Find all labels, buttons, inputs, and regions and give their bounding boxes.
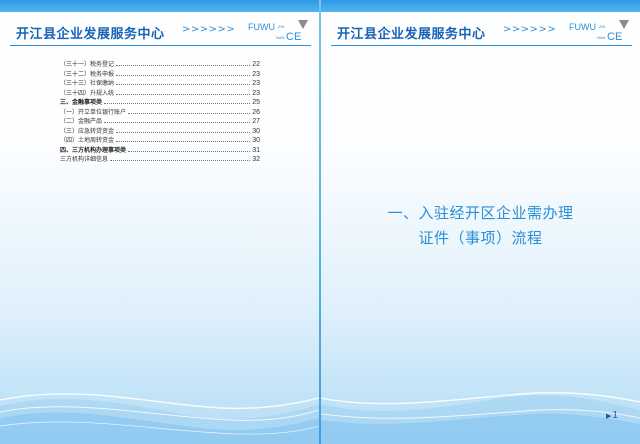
page-number-value: 1: [612, 410, 618, 421]
header-rule: [10, 45, 311, 46]
toc-entry-label: 三、金融事项类: [60, 99, 103, 106]
header-title: 开江县企业发展服务中心: [337, 27, 486, 42]
toc-dot-leader: [116, 93, 251, 95]
toc-entry-label: （三十一）税务登记: [60, 61, 115, 68]
page-header: 开江县企业发展服务中心 >>>>>> FUWU ZHI NAN CE: [321, 12, 640, 46]
toc-entry-label: 四、三方机构办理事项类: [60, 146, 127, 154]
logo-text-zhi: ZHI: [278, 24, 285, 29]
toc-entry-label: （二）金融产品: [60, 118, 103, 125]
toc-entry[interactable]: （二）金融产品 27: [60, 116, 260, 125]
logo-text-nan: NAN: [597, 35, 606, 40]
triangle-down-icon: [298, 20, 308, 29]
toc-dot-leader: [116, 131, 251, 133]
toc-entry-label: 三方机构详细信息: [60, 156, 109, 163]
chapter-heading-line2: 证件（事项）流程: [418, 229, 543, 247]
fuwu-zhinan-logo: FUWU ZHI NAN CE: [569, 16, 633, 46]
top-color-bar: [321, 0, 640, 12]
fuwu-zhinan-logo: FUWU ZHI NAN CE: [248, 16, 312, 46]
toc-dot-leader: [104, 102, 251, 104]
top-color-bar: [0, 0, 319, 12]
toc-entry[interactable]: （三十一）税务登记 22: [60, 59, 260, 68]
page-header: 开江县企业发展服务中心 >>>>>> FUWU ZHI NAN CE: [0, 12, 319, 46]
toc-entry[interactable]: （三十四）升规入统 23: [60, 88, 260, 97]
toc-dot-leader: [128, 150, 251, 152]
left-page: 开江县企业发展服务中心 >>>>>> FUWU ZHI NAN CE （三十一）…: [0, 0, 319, 444]
logo-text-fuwu: FUWU: [569, 22, 596, 32]
toc-entry[interactable]: 三方机构详细信息 32: [60, 154, 260, 163]
page-number: ▶1: [606, 410, 618, 421]
wave-decoration: [0, 393, 319, 444]
chapter-heading: 一、入驻经开区企业需办理 证件（事项）流程: [321, 201, 640, 251]
toc-entry-page: 30: [252, 127, 260, 135]
toc-entry[interactable]: 三、金融事项类 25: [60, 97, 260, 106]
logo-text-ce: CE: [607, 31, 623, 43]
logo-text-zhi: ZHI: [599, 24, 606, 29]
toc-dot-leader: [104, 121, 251, 123]
toc-entry-page: 31: [252, 146, 260, 154]
logo-text-nan: NAN: [276, 35, 285, 40]
toc-entry[interactable]: 四、三方机构办理事项类 31: [60, 145, 260, 154]
toc-entry-page: 22: [252, 61, 260, 68]
chapter-heading-line1: 一、入驻经开区企业需办理: [387, 204, 574, 222]
toc-entry[interactable]: （四）土地周转资金 30: [60, 135, 260, 144]
header-arrows: >>>>>>: [503, 24, 557, 35]
document-spread: 开江县企业发展服务中心 >>>>>> FUWU ZHI NAN CE （三十一）…: [0, 0, 640, 444]
toc-entry[interactable]: （三）应急转贷资金 30: [60, 126, 260, 135]
toc-dot-leader: [116, 83, 251, 85]
logo-text-ce: CE: [286, 31, 302, 43]
toc-entry-page: 23: [252, 80, 260, 87]
table-of-contents: （三十一）税务登记 22 （三十二）税务申报 23 （三十三）社保缴纳 23 （三十四）升规…: [60, 59, 260, 164]
toc-dot-leader: [116, 74, 251, 76]
toc-entry-label: （四）土地周转资金: [60, 137, 115, 144]
toc-entry-label: （三十三）社保缴纳: [60, 80, 115, 87]
play-arrow-icon: ▶: [606, 413, 612, 420]
toc-entry-page: 30: [252, 137, 260, 144]
header-arrows: >>>>>>: [182, 24, 236, 35]
toc-dot-leader: [116, 140, 251, 142]
toc-entry-page: 26: [252, 108, 260, 116]
toc-dot-leader: [116, 64, 251, 66]
header-rule: [331, 45, 632, 46]
toc-entry-page: 27: [252, 118, 260, 125]
toc-dot-leader: [110, 159, 251, 161]
toc-entry-label: （一）开立单位银行账户: [60, 108, 127, 116]
triangle-down-icon: [619, 20, 629, 29]
toc-dot-leader: [128, 112, 251, 114]
toc-entry-page: 25: [252, 99, 260, 106]
toc-entry-label: （三）应急转贷资金: [60, 127, 115, 135]
toc-entry-label: （三十二）税务申报: [60, 70, 115, 78]
right-page: 开江县企业发展服务中心 >>>>>> FUWU ZHI NAN CE 一、入驻经…: [321, 0, 640, 444]
toc-entry-label: （三十四）升规入统: [60, 89, 115, 97]
toc-entry[interactable]: （三十二）税务申报 23: [60, 69, 260, 78]
toc-entry-page: 23: [252, 70, 260, 78]
toc-entry-page: 23: [252, 89, 260, 97]
wave-decoration: [321, 392, 640, 444]
toc-entry[interactable]: （三十三）社保缴纳 23: [60, 78, 260, 87]
logo-text-fuwu: FUWU: [248, 22, 275, 32]
toc-entry[interactable]: （一）开立单位银行账户 26: [60, 107, 260, 116]
header-title: 开江县企业发展服务中心: [16, 27, 165, 42]
toc-entry-page: 32: [252, 156, 260, 163]
